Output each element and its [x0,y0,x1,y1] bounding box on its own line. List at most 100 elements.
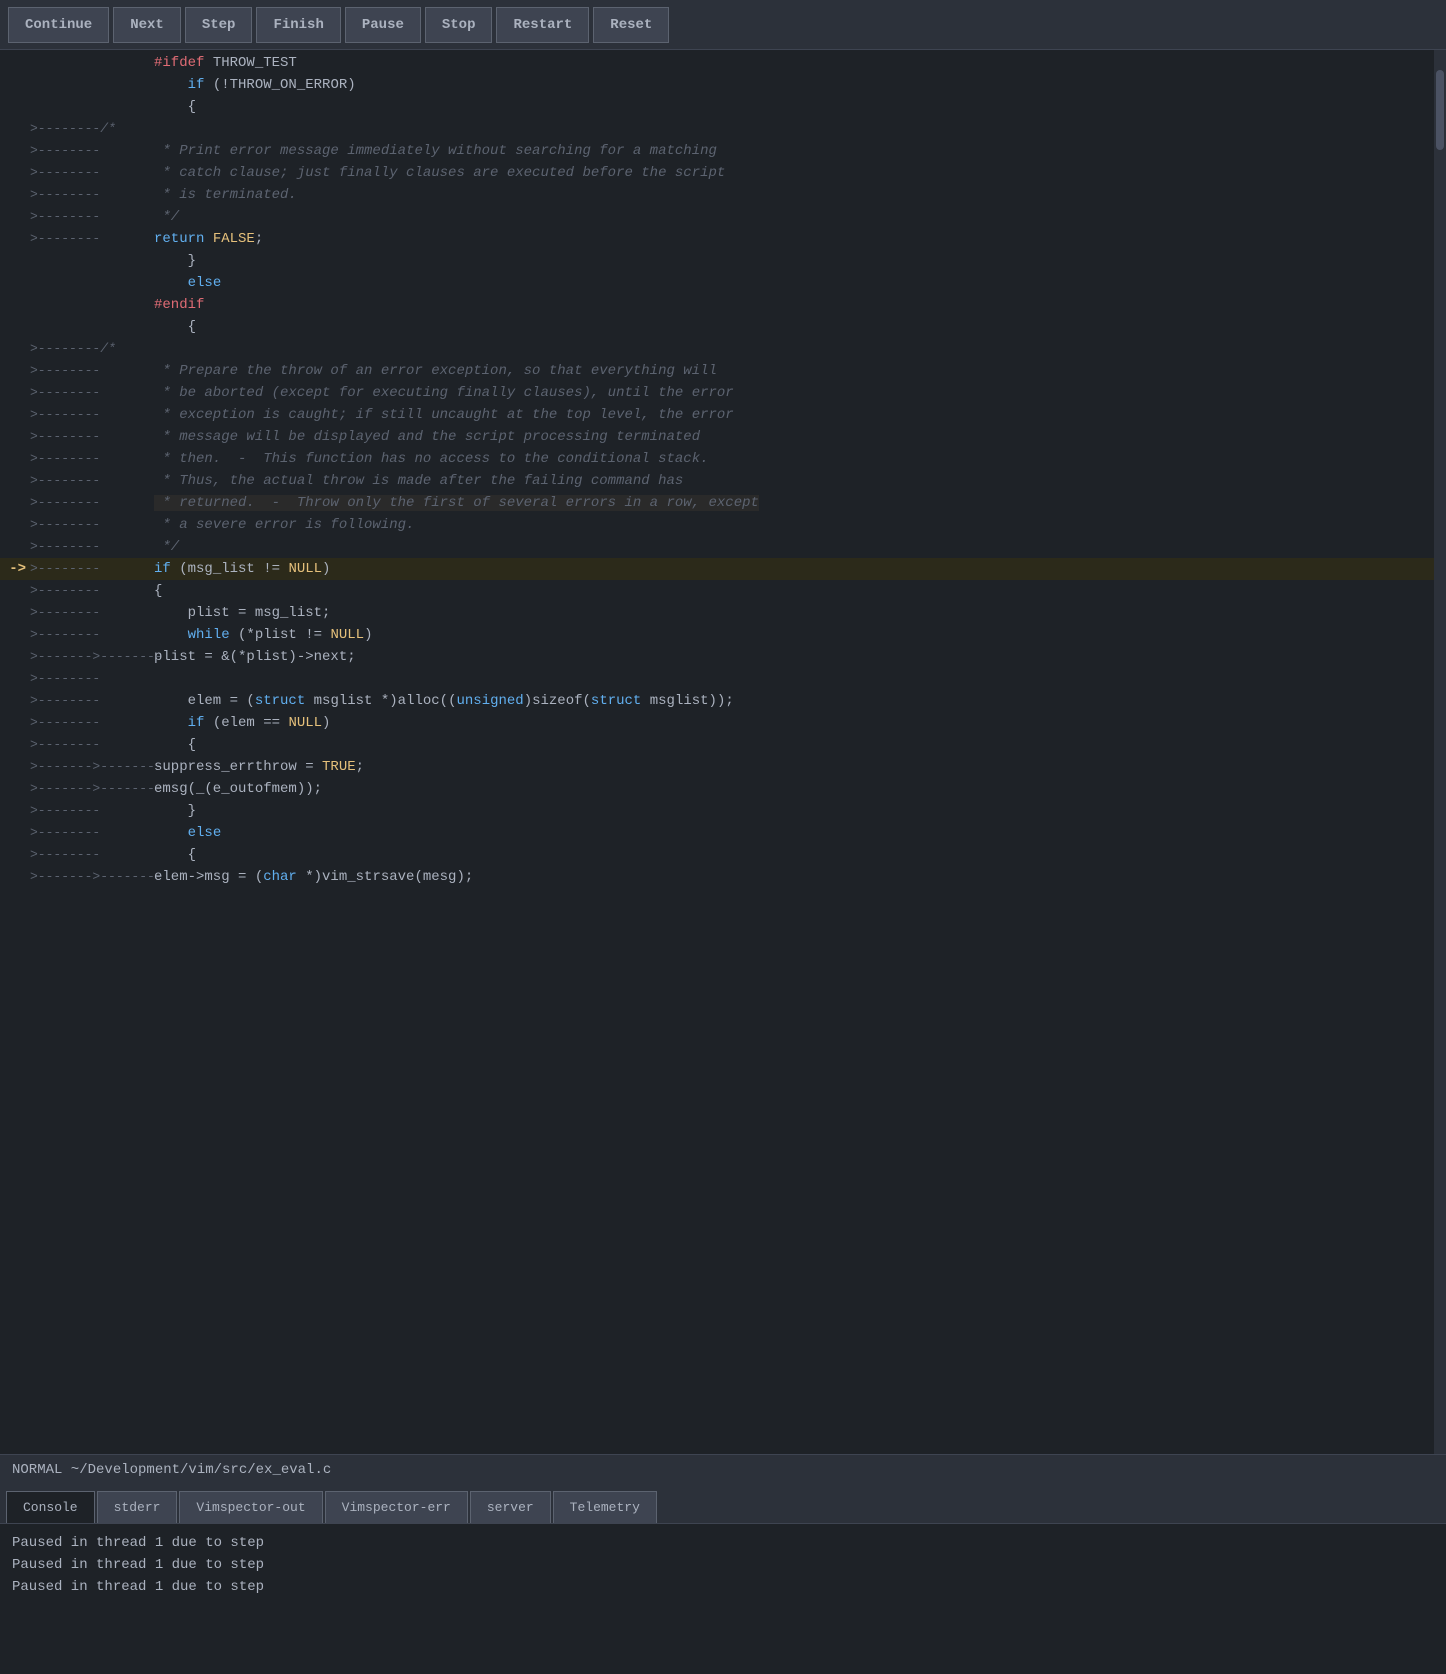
arrow-indicator [0,646,30,668]
finish-button[interactable]: Finish [256,7,340,43]
code-content: * a severe error is following. [150,514,1446,536]
code-content: * catch clause; just finally clauses are… [150,162,1446,184]
bottom-tab-telemetry[interactable]: Telemetry [553,1491,657,1523]
arrow-indicator [0,492,30,514]
code-content: * is terminated. [150,184,1446,206]
reset-button[interactable]: Reset [593,7,669,43]
code-line: >-------- */ [0,536,1446,558]
arrow-indicator [0,602,30,624]
gutter: >--------/* [30,338,150,360]
code-content: elem->msg = (char *)vim_strsave(mesg); [150,866,1446,888]
next-button[interactable]: Next [113,7,181,43]
gutter [30,52,150,74]
arrow-indicator [0,52,30,74]
gutter: >------->-------- [30,778,150,800]
gutter: >-------- [30,690,150,712]
code-line: >-------- while (*plist != NULL) [0,624,1446,646]
arrow-indicator [0,162,30,184]
bottom-tab-server[interactable]: server [470,1491,551,1523]
code-line: else [0,272,1446,294]
restart-button[interactable]: Restart [496,7,589,43]
gutter: >-------- [30,382,150,404]
code-content [150,668,1446,690]
code-line: >-------- * exception is caught; if stil… [0,404,1446,426]
code-line: >-------- * catch clause; just finally c… [0,162,1446,184]
arrow-indicator [0,404,30,426]
gutter: >-------- [30,844,150,866]
code-content: #ifdef THROW_TEST [150,52,1446,74]
gutter: >-------- [30,712,150,734]
gutter: >-------- [30,184,150,206]
code-content: emsg(_(e_outofmem)); [150,778,1446,800]
arrow-indicator [0,184,30,206]
code-line: >-------- * a severe error is following. [0,514,1446,536]
gutter: >------->-------- [30,866,150,888]
arrow-indicator [0,140,30,162]
gutter: >-------- [30,580,150,602]
code-line: >-------- } [0,800,1446,822]
code-content: if (elem == NULL) [150,712,1446,734]
code-content [150,338,1446,360]
code-line: #ifdef THROW_TEST [0,52,1446,74]
gutter: >-------- [30,448,150,470]
arrow-indicator [0,536,30,558]
arrow-indicator [0,514,30,536]
code-content: */ [150,206,1446,228]
gutter: >-------- [30,822,150,844]
continue-button[interactable]: Continue [8,7,109,43]
stop-button[interactable]: Stop [425,7,493,43]
bottom-tab-stderr[interactable]: stderr [97,1491,178,1523]
arrow-indicator [0,734,30,756]
gutter: >-------- [30,360,150,382]
arrow-indicator [0,822,30,844]
arrow-indicator [0,74,30,96]
code-line: >-------- * Prepare the throw of an erro… [0,360,1446,382]
code-content: suppress_errthrow = TRUE; [150,756,1446,778]
code-content: { [150,580,1446,602]
pause-button[interactable]: Pause [345,7,421,43]
gutter [30,294,150,316]
code-content: else [150,272,1446,294]
code-content: * Thus, the actual throw is made after t… [150,470,1446,492]
gutter: >------->-------- [30,756,150,778]
arrow-indicator [0,118,30,140]
gutter: >-------- [30,426,150,448]
arrow-indicator [0,800,30,822]
gutter [30,272,150,294]
gutter: >-------- [30,404,150,426]
code-line: >-------- * Print error message immediat… [0,140,1446,162]
code-line: >------->--------suppress_errthrow = TRU… [0,756,1446,778]
step-button[interactable]: Step [185,7,253,43]
code-line: >-------- * returned. - Throw only the f… [0,492,1446,514]
bottom-tab-vimspector-err[interactable]: Vimspector-err [325,1491,468,1523]
code-line: >-------- * is terminated. [0,184,1446,206]
bottom-tab-vimspector-out[interactable]: Vimspector-out [179,1491,322,1523]
gutter: >-------- [30,624,150,646]
arrow-indicator [0,712,30,734]
code-content: while (*plist != NULL) [150,624,1446,646]
arrow-indicator [0,382,30,404]
arrow-indicator [0,624,30,646]
gutter [30,250,150,272]
arrow-indicator [0,294,30,316]
gutter: >-------- [30,140,150,162]
code-content: return FALSE; [150,228,1446,250]
code-content: plist = msg_list; [150,602,1446,624]
code-line: >------->--------emsg(_(e_outofmem)); [0,778,1446,800]
code-line: >-------- { [0,734,1446,756]
bottom-tab-console[interactable]: Console [6,1491,95,1523]
code-line: >--------{ [0,580,1446,602]
arrow-indicator [0,690,30,712]
status-bar-text: NORMAL ~/Development/vim/src/ex_eval.c [12,1462,331,1478]
code-content: plist = &(*plist)->next; [150,646,1446,668]
code-content: if (msg_list != NULL) [150,558,1446,580]
code-content [150,118,1446,140]
console-line: Paused in thread 1 due to step [12,1576,1434,1598]
code-content: if (!THROW_ON_ERROR) [150,74,1446,96]
status-bar: NORMAL ~/Development/vim/src/ex_eval.c [0,1454,1446,1484]
code-content: * returned. - Throw only the first of se… [150,492,1446,514]
scrollbar[interactable] [1434,50,1446,1454]
code-content: else [150,822,1446,844]
bottom-tabs-bar: ConsolestderrVimspector-outVimspector-er… [0,1484,1446,1524]
code-line: if (!THROW_ON_ERROR) [0,74,1446,96]
